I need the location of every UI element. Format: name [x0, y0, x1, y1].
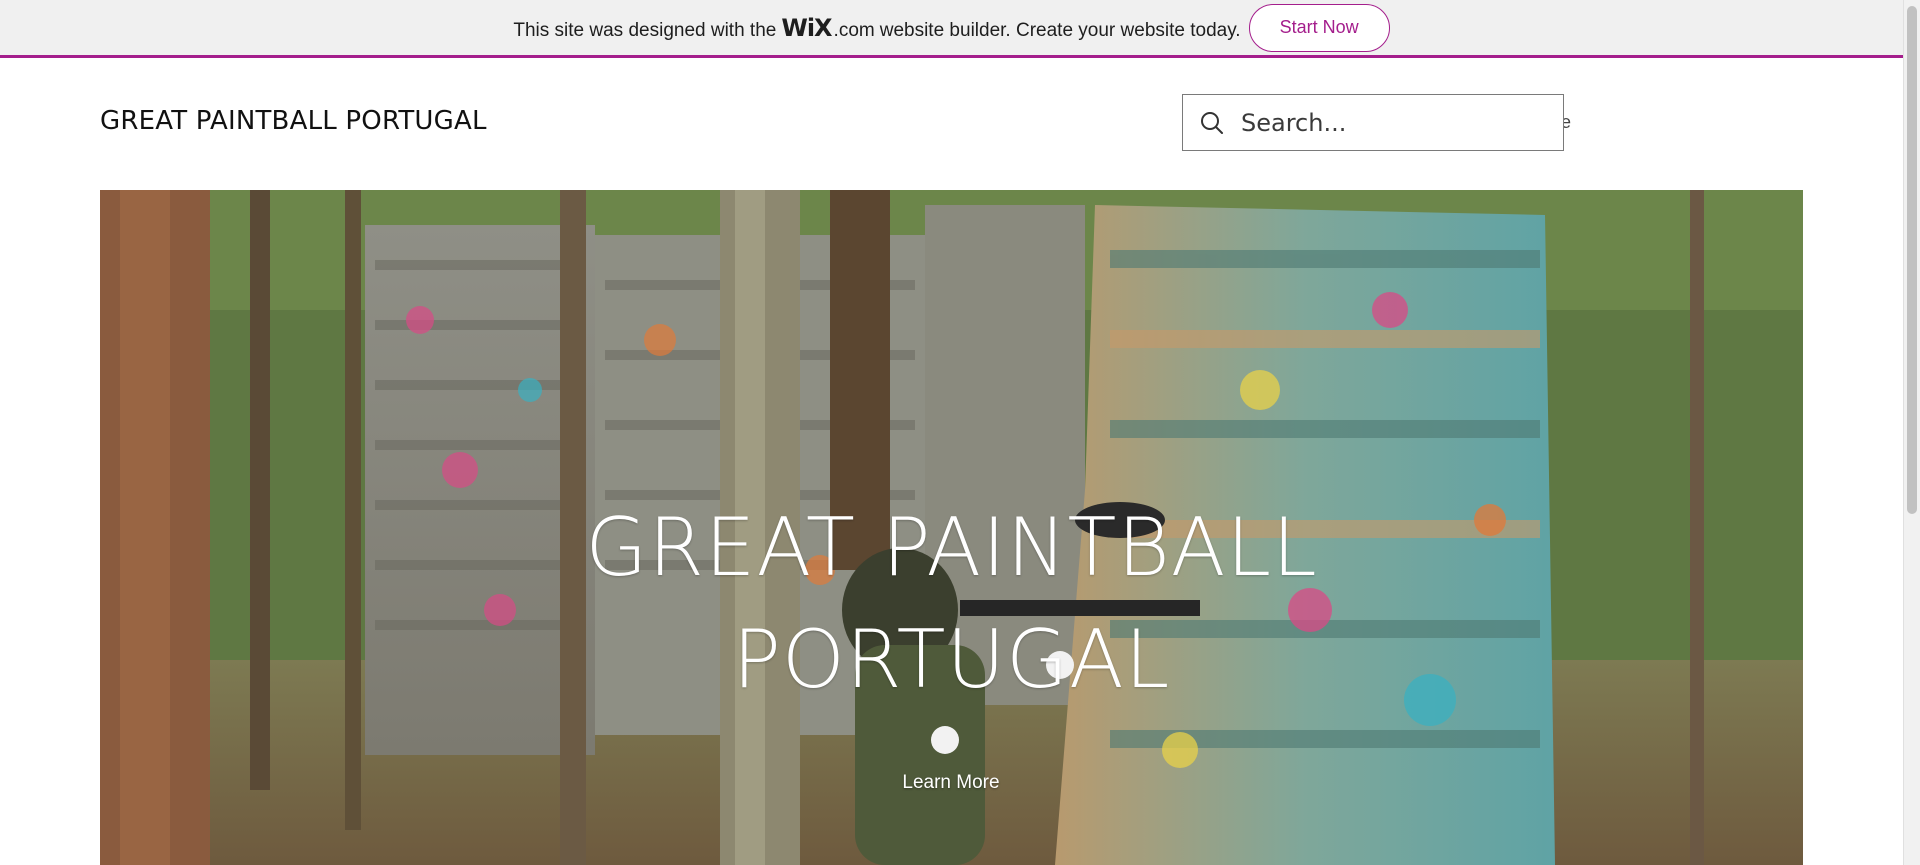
page-scrollbar[interactable]: [1903, 0, 1920, 865]
banner-text-after: website builder. Create your website tod…: [879, 19, 1241, 41]
wix-promo-banner: This site was designed with the WiX .com…: [0, 0, 1903, 58]
search-icon: [1201, 111, 1223, 134]
hero-title: GREAT PAINTBALL PORTUGAL: [100, 492, 1803, 716]
wix-logo: WiX: [781, 13, 832, 42]
wix-dotcom: .com: [833, 19, 875, 41]
search-box[interactable]: [1182, 94, 1564, 151]
hero-section: GREAT PAINTBALL PORTUGAL Learn More: [100, 190, 1803, 865]
site-title[interactable]: GREAT PAINTBALL PORTUGAL: [100, 106, 487, 136]
search-input[interactable]: [1239, 107, 1539, 138]
start-now-button[interactable]: Start Now: [1248, 3, 1390, 52]
scrollbar-thumb[interactable]: [1907, 6, 1917, 514]
banner-text-before: This site was designed with the: [513, 19, 777, 41]
wix-banner-text: This site was designed with the WiX .com…: [513, 14, 1240, 42]
hero-title-line-1: GREAT PAINTBALL: [585, 501, 1318, 594]
hero-title-line-2: PORTUGAL: [732, 613, 1171, 706]
learn-more-button[interactable]: Learn More: [851, 772, 1051, 794]
